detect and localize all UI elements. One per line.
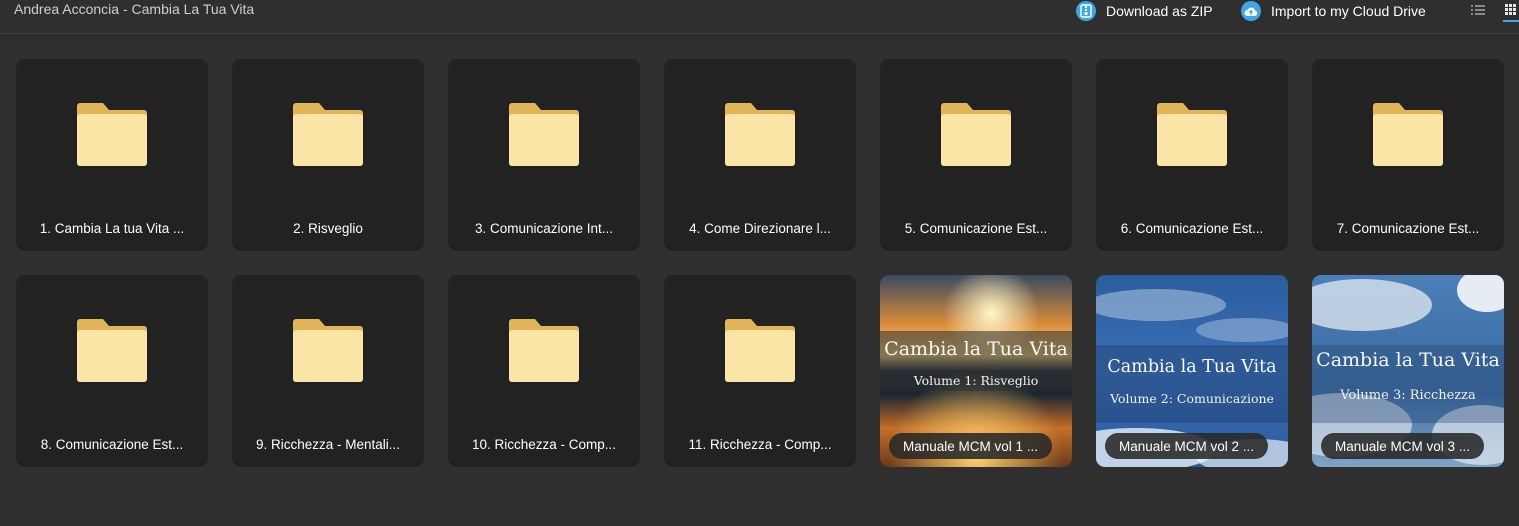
- file-label: Manuale MCM vol 2 ...: [1105, 433, 1269, 459]
- folder-label: 11. Ricchezza - Comp...: [688, 437, 832, 452]
- list-view-icon[interactable]: [1469, 2, 1487, 20]
- folder-tile[interactable]: 7. Comunicazione Est...: [1312, 59, 1504, 251]
- cover-title: Cambia la Tua Vita: [1316, 349, 1500, 371]
- file-label: Manuale MCM vol 3 ...: [1321, 433, 1485, 459]
- cover-title: Cambia la Tua Vita: [1107, 357, 1277, 377]
- folder-icon: [77, 103, 147, 166]
- folder-tile[interactable]: 2. Risveglio: [232, 59, 424, 251]
- folder-icon: [509, 103, 579, 166]
- folder-label: 4. Come Direzionare l...: [689, 221, 831, 236]
- file-tile[interactable]: Cambia la Tua Vita Volume 1: Risveglio M…: [880, 275, 1072, 467]
- cover-title: Cambia la Tua Vita: [884, 338, 1068, 360]
- folder-tile[interactable]: 1. Cambia La tua Vita ...: [16, 59, 208, 251]
- download-zip-label: Download as ZIP: [1106, 3, 1213, 19]
- folder-tile[interactable]: 11. Ricchezza - Comp...: [664, 275, 856, 467]
- folder-tile[interactable]: 8. Comunicazione Est...: [16, 275, 208, 467]
- folder-icon: [509, 319, 579, 382]
- folder-icon: [1157, 103, 1227, 166]
- folder-tile[interactable]: 4. Come Direzionare l...: [664, 59, 856, 251]
- folder-tile[interactable]: 10. Ricchezza - Comp...: [448, 275, 640, 467]
- cover-subtitle: Volume 3: Ricchezza: [1340, 388, 1476, 403]
- import-cloud-drive-label: Import to my Cloud Drive: [1271, 3, 1426, 19]
- folder-tile[interactable]: 3. Comunicazione Int...: [448, 59, 640, 251]
- folder-label: 7. Comunicazione Est...: [1336, 221, 1480, 236]
- folder-icon: [293, 319, 363, 382]
- top-bar: Andrea Acconcia - Cambia La Tua Vita Dow…: [0, 0, 1519, 34]
- folder-icon: [941, 103, 1011, 166]
- cloud-upload-icon: [1241, 1, 1261, 21]
- file-tile[interactable]: Cambia la Tua Vita Volume 2: Comunicazio…: [1096, 275, 1288, 467]
- folder-icon: [725, 103, 795, 166]
- folder-tile[interactable]: 5. Comunicazione Est...: [880, 59, 1072, 251]
- file-tile[interactable]: Cambia la Tua Vita Volume 3: Ricchezza M…: [1312, 275, 1504, 467]
- folder-label: 2. Risveglio: [293, 221, 363, 236]
- import-cloud-drive-button[interactable]: Import to my Cloud Drive: [1241, 0, 1426, 22]
- folder-label: 3. Comunicazione Int...: [474, 221, 614, 236]
- folder-label: 1. Cambia La tua Vita ...: [39, 221, 185, 236]
- folder-icon: [1373, 103, 1443, 166]
- folder-label: 10. Ricchezza - Comp...: [471, 437, 617, 452]
- folder-label: 6. Comunicazione Est...: [1120, 221, 1264, 236]
- folder-icon: [77, 319, 147, 382]
- folder-icon: [725, 319, 795, 382]
- folder-label: 8. Comunicazione Est...: [40, 437, 184, 452]
- folder-icon: [293, 103, 363, 166]
- cover-subtitle: Volume 2: Comunicazione: [1110, 391, 1274, 406]
- zip-archive-icon: [1076, 1, 1096, 21]
- file-label: Manuale MCM vol 1 ...: [889, 433, 1053, 459]
- folder-label: 9. Ricchezza - Mentali...: [255, 437, 401, 452]
- folder-label: 5. Comunicazione Est...: [904, 221, 1048, 236]
- download-zip-button[interactable]: Download as ZIP: [1076, 0, 1213, 22]
- folder-tile[interactable]: 6. Comunicazione Est...: [1096, 59, 1288, 251]
- folder-title: Andrea Acconcia - Cambia La Tua Vita: [14, 1, 255, 17]
- folder-tile[interactable]: 9. Ricchezza - Mentali...: [232, 275, 424, 467]
- cover-subtitle: Volume 1: Risveglio: [913, 373, 1039, 388]
- grid-view-icon[interactable]: [1503, 2, 1519, 22]
